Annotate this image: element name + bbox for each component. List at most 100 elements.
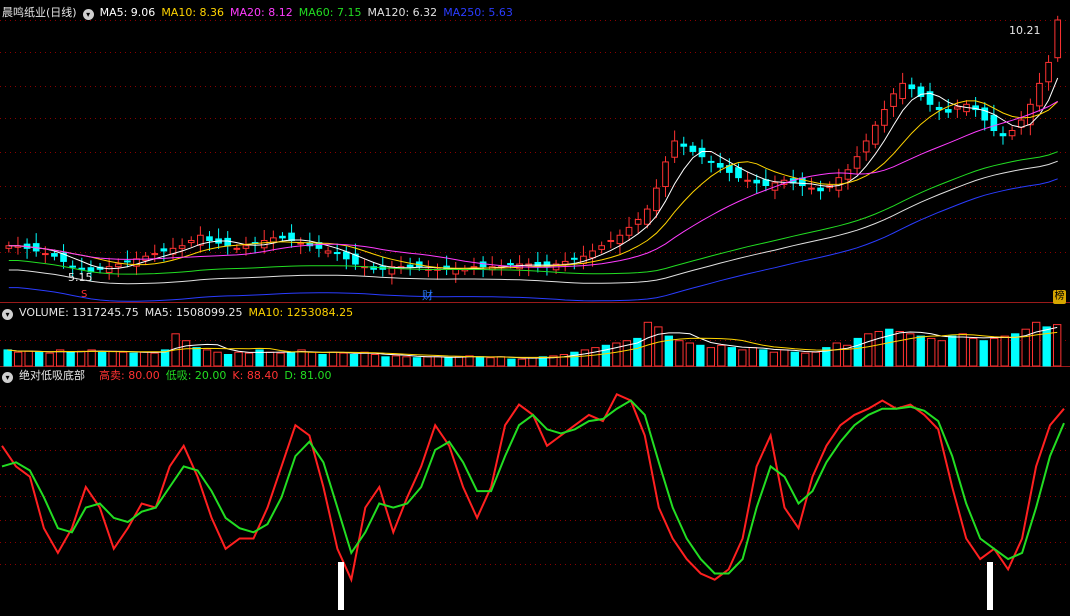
candle-body bbox=[908, 84, 916, 90]
volume-ma5: MA5: 1508099.25 bbox=[144, 306, 243, 319]
volume-bar bbox=[87, 349, 96, 367]
candle-body bbox=[680, 143, 688, 147]
volume-bar bbox=[318, 354, 327, 367]
volume-bar bbox=[276, 352, 285, 367]
candle-body bbox=[561, 260, 569, 265]
volume-bar bbox=[927, 337, 936, 367]
candle-body bbox=[206, 236, 213, 241]
chevron-down-icon[interactable]: ▾ bbox=[82, 9, 94, 20]
chevron-down-icon[interactable]: ▾ bbox=[2, 309, 13, 320]
indicator-panel-header: ▾ 绝对低吸底部 高卖: 80.00 低吸: 20.00 K: 88.40 D: 81.0… bbox=[2, 369, 338, 383]
volume-bar bbox=[570, 351, 579, 367]
k-label: K: 88.40 bbox=[232, 369, 279, 382]
candle-body bbox=[178, 245, 186, 249]
volume-bar bbox=[811, 351, 820, 367]
volume-ma10: MA10: 1253084.25 bbox=[248, 306, 354, 319]
volume-bar bbox=[234, 351, 243, 367]
candle-body bbox=[607, 239, 615, 242]
chevron-down-icon[interactable]: ▾ bbox=[2, 372, 13, 383]
candle-body bbox=[270, 237, 277, 243]
candle-body bbox=[871, 124, 879, 145]
d-label: D: 81.00 bbox=[284, 369, 332, 382]
volume-bar bbox=[706, 347, 716, 367]
candle-body bbox=[570, 257, 578, 260]
volume-bar bbox=[223, 354, 233, 367]
volume-bar bbox=[727, 347, 737, 367]
volume-bar bbox=[864, 333, 873, 367]
volume-bar bbox=[13, 351, 23, 367]
candle-body bbox=[142, 255, 149, 261]
event-mark-rank[interactable]: 榜 bbox=[1053, 290, 1066, 304]
candle-body bbox=[817, 187, 824, 192]
candle-body bbox=[78, 267, 86, 270]
candle-body bbox=[160, 248, 168, 252]
volume-bar bbox=[150, 352, 159, 367]
candle-body bbox=[69, 265, 76, 268]
volume-bar bbox=[3, 349, 12, 367]
volume-bar bbox=[454, 356, 464, 367]
volume-bar bbox=[948, 335, 957, 367]
moving-average-line bbox=[8, 77, 1059, 270]
candle-body bbox=[507, 263, 514, 266]
candle-body bbox=[41, 253, 49, 256]
volume-bar bbox=[349, 354, 359, 367]
candle-body bbox=[716, 162, 724, 168]
event-mark-finance[interactable]: 财 bbox=[422, 289, 433, 303]
volume-bar bbox=[696, 344, 705, 367]
event-mark-s[interactable]: S bbox=[81, 288, 87, 302]
candle-body bbox=[844, 169, 852, 180]
candle-body bbox=[333, 252, 341, 255]
low-buy-signal-bar bbox=[338, 562, 344, 610]
ma250-label: MA250: 5.63 bbox=[443, 6, 513, 19]
candle-body bbox=[671, 140, 678, 158]
candle-body bbox=[643, 208, 651, 225]
candle-body bbox=[1008, 130, 1016, 137]
candle-body bbox=[625, 226, 633, 236]
volume-bar bbox=[612, 342, 621, 367]
volume-bar bbox=[444, 357, 453, 367]
volume-bar bbox=[507, 358, 516, 367]
candle-body bbox=[406, 264, 414, 268]
candle-body bbox=[707, 160, 715, 163]
volume-bar bbox=[801, 352, 810, 367]
candle-body bbox=[899, 82, 906, 100]
candle-body bbox=[224, 237, 232, 247]
candle-body bbox=[242, 245, 250, 249]
volume-bar bbox=[108, 350, 117, 367]
volume-bar bbox=[990, 337, 999, 367]
volume-bar bbox=[969, 337, 978, 367]
volume-bar bbox=[66, 351, 75, 367]
volume-bar bbox=[370, 354, 380, 367]
moving-average-line bbox=[8, 100, 1058, 268]
volume-bar bbox=[832, 342, 841, 367]
volume-bar bbox=[580, 349, 590, 367]
volume-bar bbox=[979, 340, 988, 367]
candle-body bbox=[297, 242, 305, 245]
candle-body bbox=[288, 232, 295, 241]
volume-bar bbox=[1053, 324, 1062, 367]
volume-bar bbox=[181, 340, 191, 367]
volume-bar bbox=[759, 349, 768, 367]
ma120-label: MA120: 6.32 bbox=[367, 6, 438, 19]
volume-bar bbox=[402, 356, 411, 367]
candle-body bbox=[634, 219, 642, 225]
candle-body bbox=[990, 114, 998, 132]
volume-bar bbox=[1032, 321, 1041, 367]
candle-body bbox=[51, 253, 58, 257]
candle-body bbox=[114, 263, 122, 268]
volume-bar bbox=[769, 351, 778, 367]
candle-body bbox=[187, 239, 195, 244]
volume-bar bbox=[265, 351, 275, 367]
volume-bar bbox=[748, 347, 757, 367]
volume-bar bbox=[34, 351, 44, 367]
volume-bar bbox=[129, 352, 138, 367]
volume-bar bbox=[528, 357, 537, 367]
volume-bar bbox=[475, 356, 485, 367]
candle-body bbox=[124, 260, 131, 263]
candle-body bbox=[105, 266, 113, 273]
candle-body bbox=[1036, 82, 1043, 107]
volume-bar bbox=[307, 351, 317, 367]
high-sell-label: 高卖: 80.00 bbox=[99, 369, 160, 382]
volume-bar bbox=[895, 331, 904, 367]
candle-body bbox=[233, 247, 241, 250]
